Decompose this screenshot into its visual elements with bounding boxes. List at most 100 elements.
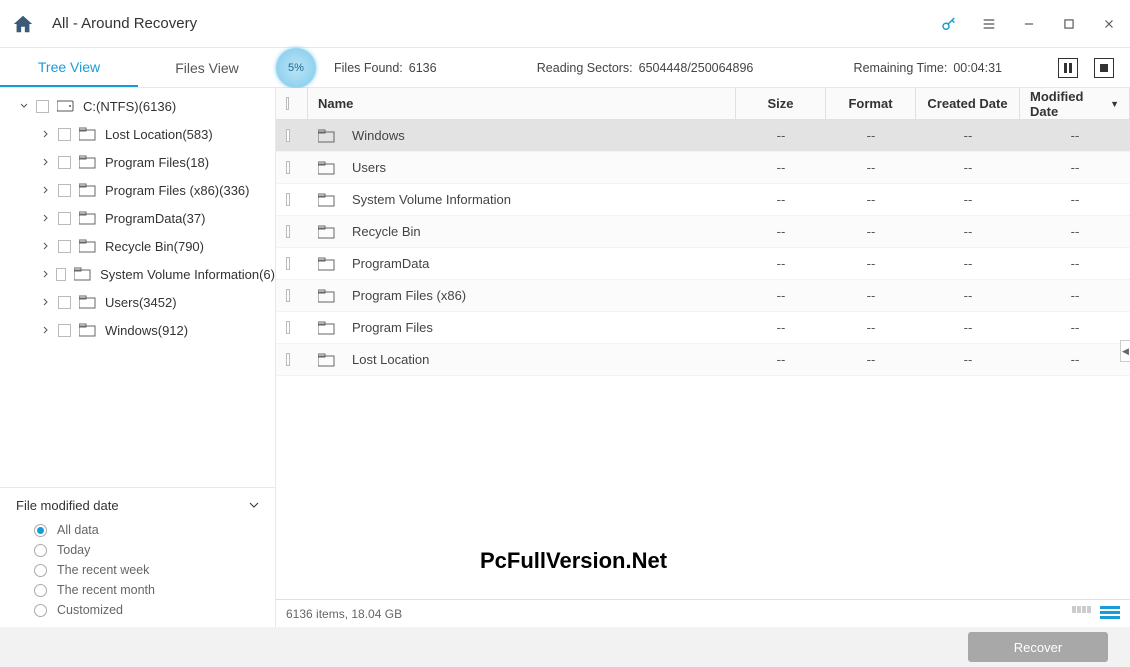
chevron-right-icon[interactable] (42, 297, 52, 307)
table-row[interactable]: Recycle Bin-------- (276, 216, 1130, 248)
minimize-icon[interactable] (1020, 15, 1038, 33)
folder-icon (79, 323, 97, 337)
row-name: ProgramData (352, 256, 429, 271)
tree-item-label: Users(3452) (105, 295, 177, 310)
checkbox[interactable] (36, 100, 49, 113)
col-name[interactable]: Name (308, 88, 736, 119)
radio[interactable] (34, 564, 47, 577)
row-modified: -- (1020, 288, 1130, 303)
tree: C:(NTFS)(6136) Lost Location(583) Program… (0, 88, 275, 487)
recover-button[interactable]: Recover (968, 632, 1108, 662)
tree-root[interactable]: C:(NTFS)(6136) (0, 92, 275, 120)
tree-item[interactable]: Windows(912) (0, 316, 275, 344)
key-icon[interactable] (940, 15, 958, 33)
tree-item-label: Program Files(18) (105, 155, 209, 170)
menu-icon[interactable] (980, 15, 998, 33)
row-size: -- (736, 288, 826, 303)
tree-item[interactable]: Program Files(18) (0, 148, 275, 176)
row-created: -- (916, 224, 1020, 239)
tree-item[interactable]: Program Files (x86)(336) (0, 176, 275, 204)
folder-icon (79, 239, 97, 253)
tree-item[interactable]: Lost Location(583) (0, 120, 275, 148)
tab-tree-view[interactable]: Tree View (0, 48, 138, 87)
table-row[interactable]: Lost Location-------- (276, 344, 1130, 376)
checkbox[interactable] (286, 321, 290, 334)
tree-item[interactable]: ProgramData(37) (0, 204, 275, 232)
row-modified: -- (1020, 128, 1130, 143)
filter-option[interactable]: The recent month (34, 583, 259, 597)
progress-bar: 5% Files Found:6136 Reading Sectors:6504… (276, 48, 1130, 88)
filter-heading[interactable]: File modified date (16, 498, 259, 513)
checkbox[interactable] (58, 296, 71, 309)
col-created[interactable]: Created Date (916, 88, 1020, 119)
tab-files-view[interactable]: Files View (138, 48, 276, 87)
pause-button[interactable] (1058, 58, 1078, 78)
filter-option[interactable]: All data (34, 523, 259, 537)
sort-desc-icon: ▼ (1110, 99, 1119, 109)
filter-option-label: Today (57, 543, 90, 557)
radio[interactable] (34, 544, 47, 557)
table-row[interactable]: ProgramData-------- (276, 248, 1130, 280)
radio[interactable] (34, 584, 47, 597)
checkbox[interactable] (58, 184, 71, 197)
chevron-right-icon[interactable] (42, 269, 50, 279)
filter-option[interactable]: Customized (34, 603, 259, 617)
tree-item[interactable]: Users(3452) (0, 288, 275, 316)
table-row[interactable]: Windows-------- (276, 120, 1130, 152)
table-row[interactable]: System Volume Information-------- (276, 184, 1130, 216)
stop-button[interactable] (1094, 58, 1114, 78)
checkbox[interactable] (286, 257, 290, 270)
tree-item[interactable]: Recycle Bin(790) (0, 232, 275, 260)
chevron-right-icon[interactable] (42, 213, 52, 223)
chevron-down-icon[interactable] (20, 101, 30, 111)
preview-toggle[interactable]: ◀ (1120, 340, 1130, 362)
row-name: Windows (352, 128, 405, 143)
tree-item-label: Recycle Bin(790) (105, 239, 204, 254)
chevron-right-icon[interactable] (42, 325, 52, 335)
table-row[interactable]: Users-------- (276, 152, 1130, 184)
table-row[interactable]: Program Files (x86)-------- (276, 280, 1130, 312)
checkbox[interactable] (286, 129, 290, 142)
home-icon[interactable] (12, 13, 34, 35)
chevron-right-icon[interactable] (42, 185, 52, 195)
filter-option[interactable]: The recent week (34, 563, 259, 577)
chevron-right-icon[interactable] (42, 241, 52, 251)
tree-item[interactable]: System Volume Information(6) (0, 260, 275, 288)
checkbox[interactable] (286, 193, 290, 206)
grid-view-button[interactable] (1072, 606, 1092, 622)
folder-icon (318, 321, 336, 335)
checkbox[interactable] (58, 128, 71, 141)
row-format: -- (826, 320, 916, 335)
row-name: Program Files (x86) (352, 288, 466, 303)
checkbox[interactable] (58, 240, 71, 253)
tree-item-label: Windows(912) (105, 323, 188, 338)
checkbox[interactable] (58, 324, 71, 337)
checkbox[interactable] (58, 212, 71, 225)
checkbox[interactable] (286, 289, 290, 302)
folder-icon (74, 267, 92, 281)
maximize-icon[interactable] (1060, 15, 1078, 33)
col-modified[interactable]: Modified Date▼ (1020, 88, 1130, 119)
row-format: -- (826, 160, 916, 175)
select-all-checkbox[interactable] (286, 97, 289, 110)
tree-item-label: ProgramData(37) (105, 211, 205, 226)
tree-item-label: Lost Location(583) (105, 127, 213, 142)
checkbox[interactable] (286, 353, 290, 366)
table-row[interactable]: Program Files-------- (276, 312, 1130, 344)
list-view-button[interactable] (1100, 606, 1120, 622)
checkbox[interactable] (58, 156, 71, 169)
col-size[interactable]: Size (736, 88, 826, 119)
checkbox[interactable] (286, 225, 290, 238)
row-size: -- (736, 192, 826, 207)
chevron-right-icon[interactable] (42, 129, 52, 139)
chevron-right-icon[interactable] (42, 157, 52, 167)
filter-option[interactable]: Today (34, 543, 259, 557)
close-icon[interactable] (1100, 15, 1118, 33)
sidebar: C:(NTFS)(6136) Lost Location(583) Program… (0, 88, 276, 627)
radio[interactable] (34, 524, 47, 537)
checkbox[interactable] (56, 268, 66, 281)
checkbox[interactable] (286, 161, 290, 174)
status-bar: 6136 items, 18.04 GB (276, 599, 1130, 627)
radio[interactable] (34, 604, 47, 617)
col-format[interactable]: Format (826, 88, 916, 119)
